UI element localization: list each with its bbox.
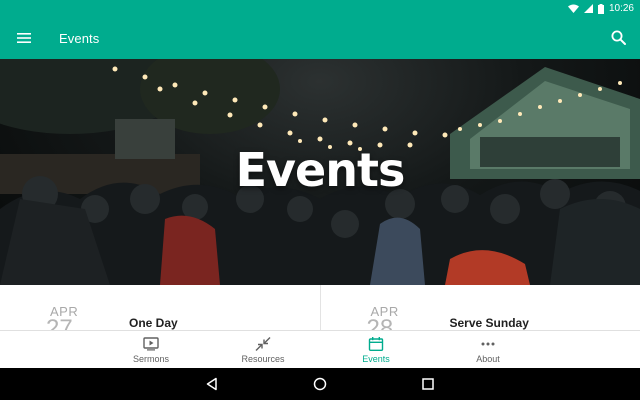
nav-label: Events — [362, 354, 390, 364]
hero-banner: Events — [0, 59, 640, 285]
system-navigation-bar — [0, 368, 640, 400]
home-icon[interactable] — [313, 377, 327, 391]
app-bar: Events — [0, 17, 640, 59]
hero-title: Events — [235, 143, 406, 197]
event-day: 28 — [366, 315, 394, 331]
calendar-icon — [368, 337, 384, 351]
hamburger-menu-icon — [17, 33, 31, 43]
nav-item-resources[interactable]: Resources — [213, 331, 313, 369]
status-bar: 10:26 — [0, 0, 640, 17]
event-list: APR 27 One Day APR 28 Serve Sunday — [0, 285, 640, 330]
battery-icon — [597, 3, 604, 14]
nav-label: Resources — [241, 354, 285, 364]
event-day: 27 — [46, 315, 73, 331]
play-icon — [143, 337, 159, 351]
page-title: Events — [59, 30, 100, 46]
nav-label: About — [476, 354, 500, 364]
event-card[interactable]: APR 27 One Day — [0, 285, 320, 330]
event-card[interactable]: APR 28 Serve Sunday — [319, 285, 640, 331]
search-button[interactable] — [610, 29, 628, 47]
nav-item-about[interactable]: About — [438, 331, 538, 369]
nav-item-events[interactable]: Events — [326, 331, 426, 369]
menu-button[interactable] — [0, 17, 48, 59]
nav-item-sermons[interactable]: Sermons — [101, 331, 201, 369]
more-icon — [481, 342, 495, 346]
event-title: Serve Sunday — [449, 316, 529, 330]
back-icon[interactable] — [205, 377, 219, 391]
wifi-icon — [567, 4, 579, 13]
nav-label: Sermons — [132, 354, 169, 364]
event-title: One Day — [129, 316, 178, 330]
compress-icon — [255, 337, 271, 351]
bottom-navigation: Sermons Resources Events About — [0, 330, 640, 368]
recents-icon[interactable] — [421, 377, 435, 391]
search-icon — [611, 30, 626, 45]
status-time: 10:26 — [608, 3, 634, 14]
signal-icon — [583, 4, 593, 13]
